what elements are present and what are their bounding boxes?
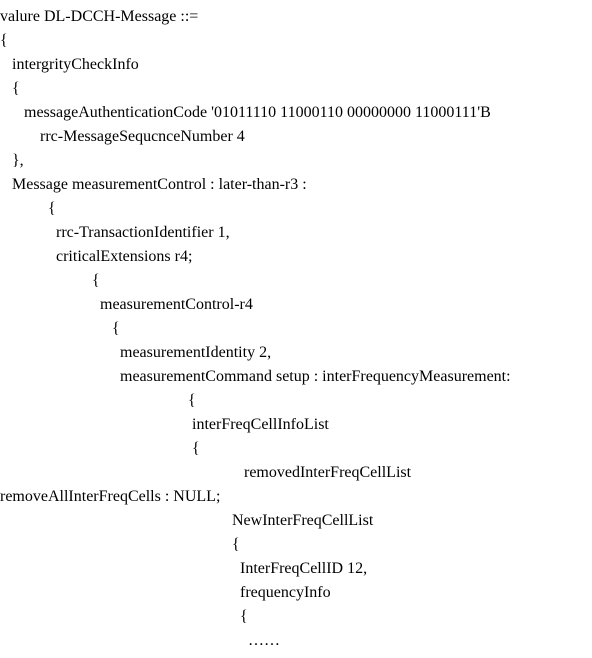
code-line: { bbox=[0, 269, 592, 293]
code-line: valure DL-DCCH-Message ::= bbox=[0, 5, 592, 29]
code-line: { bbox=[0, 77, 592, 101]
code-line: interFreqCellInfoList bbox=[0, 413, 592, 437]
code-line: rrc-TransactionIdentifier 1, bbox=[0, 221, 592, 245]
code-line: measurementControl-r4 bbox=[0, 293, 592, 317]
code-line: removedInterFreqCellList bbox=[0, 461, 592, 485]
code-line: { bbox=[0, 533, 592, 557]
code-line: measurementCommand setup : interFrequenc… bbox=[0, 365, 592, 389]
code-line: NewInterFreqCellList bbox=[0, 509, 592, 533]
code-line: criticalExtensions r4; bbox=[0, 245, 592, 269]
code-line: intergrityCheckInfo bbox=[0, 53, 592, 77]
code-line: InterFreqCellID 12, bbox=[0, 557, 592, 581]
code-line: Message measurementControl : later-than-… bbox=[0, 173, 592, 197]
code-line: measurementIdentity 2, bbox=[0, 341, 592, 365]
code-line: frequencyInfo bbox=[0, 581, 592, 605]
code-line: …… bbox=[0, 629, 592, 653]
code-line: { bbox=[0, 197, 592, 221]
code-line: { bbox=[0, 317, 592, 341]
code-line: { bbox=[0, 389, 592, 413]
code-line: { bbox=[0, 437, 592, 461]
code-line: rrc-MessageSequcnceNumber 4 bbox=[0, 125, 592, 149]
code-line: removeAllInterFreqCells : NULL; bbox=[0, 485, 592, 509]
code-line: }, bbox=[0, 149, 592, 173]
code-line: { bbox=[0, 29, 592, 53]
code-line: messageAuthenticationCode '01011110 1100… bbox=[0, 101, 592, 125]
